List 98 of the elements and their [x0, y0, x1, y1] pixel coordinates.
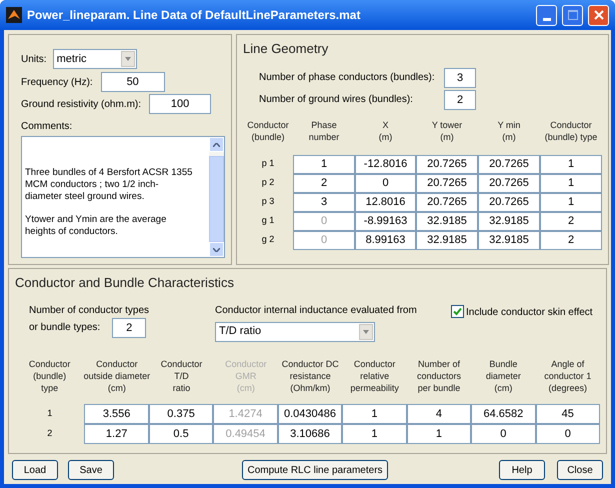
- column-header: Conductor outside diameter (cm): [84, 358, 150, 394]
- table-cell[interactable]: 0: [355, 174, 416, 192]
- table-cell[interactable]: 3.10686: [278, 424, 342, 444]
- table-cell[interactable]: 12.8016: [355, 192, 416, 212]
- field-label: Number of conductor types: [29, 304, 150, 318]
- button[interactable]: Help: [499, 460, 545, 480]
- column-header: Conductor T/D ratio: [160, 358, 202, 394]
- checkbox-label: Include conductor skin effect: [466, 306, 593, 320]
- table-cell[interactable]: 32.9185: [478, 212, 540, 230]
- column-header: Y tower (m): [432, 118, 462, 142]
- column-header: Conductor (bundle) type: [28, 358, 70, 394]
- dropdown[interactable]: metric: [52, 49, 137, 69]
- column-header: Number of conductors per bundle: [417, 358, 462, 394]
- scroll-up-icon[interactable]: [213, 142, 220, 146]
- table-cell[interactable]: 0: [471, 424, 536, 444]
- row-label: 1: [47, 406, 52, 420]
- table-cell[interactable]: 20.7265: [478, 154, 540, 174]
- field-label: or bundle types:: [29, 321, 100, 335]
- button[interactable]: Load: [12, 460, 58, 480]
- table-cell[interactable]: 20.7265: [416, 174, 478, 192]
- button[interactable]: Save: [68, 460, 114, 480]
- row-label: g 1: [262, 214, 274, 228]
- minimize-icon: [542, 18, 550, 20]
- row-label: 2: [47, 426, 52, 440]
- scroll-down-icon[interactable]: [213, 248, 220, 252]
- column-header: Phase number: [308, 118, 340, 142]
- column-header: Y min (m): [498, 118, 520, 142]
- window-title: Power_lineparam. Line Data of DefaultLineParameters.mat: [27, 7, 362, 24]
- table-cell[interactable]: 20.7265: [478, 192, 540, 212]
- section-title: Line Geometry: [243, 40, 328, 58]
- row-label: g 2: [262, 233, 274, 246]
- row-label: p 2: [262, 176, 274, 190]
- field-label: Frequency (Hz):: [21, 76, 93, 90]
- table-cell[interactable]: 20.7265: [416, 154, 478, 174]
- button[interactable]: Close: [557, 460, 603, 480]
- table-cell[interactable]: 2: [540, 212, 602, 230]
- dropdown[interactable]: T/D ratio: [215, 322, 375, 342]
- table-cell[interactable]: 3: [293, 192, 355, 212]
- comment-paragraph: Ytower and Ymin are the average heights of conductors.: [25, 214, 168, 238]
- table-cell[interactable]: 20.7265: [478, 174, 540, 192]
- table-cell[interactable]: 1: [540, 154, 602, 174]
- input-field[interactable]: 100: [149, 94, 212, 114]
- column-header: X (m): [378, 118, 392, 142]
- column-header: Bundle diameter (cm): [486, 358, 521, 394]
- table-cell[interactable]: 1: [540, 174, 602, 192]
- table-cell[interactable]: 3.556: [84, 404, 149, 424]
- table-cell[interactable]: 8.99163: [355, 230, 416, 250]
- maximize-icon: [568, 10, 578, 20]
- maximize-button[interactable]: [562, 4, 583, 26]
- app-icon: [6, 7, 22, 23]
- table-cell[interactable]: 1: [406, 424, 472, 444]
- column-header: Conductor DC resistance (Ohm/km): [282, 358, 339, 394]
- table-cell[interactable]: 2: [540, 230, 602, 250]
- table-cell[interactable]: 32.9185: [478, 230, 540, 250]
- table-cell[interactable]: 32.9185: [416, 212, 478, 230]
- table-cell[interactable]: 0.375: [148, 404, 214, 424]
- table-cell[interactable]: 1.27: [84, 424, 149, 444]
- column-header: Conductor (bundle) type: [544, 118, 598, 142]
- field-label: Ground resistivity (ohm.m):: [21, 98, 142, 112]
- table-cell[interactable]: 0.0430486: [278, 404, 342, 424]
- table-cell[interactable]: 20.7265: [416, 192, 478, 212]
- table-cell[interactable]: 0.5: [148, 424, 214, 444]
- table-cell[interactable]: 2: [293, 174, 355, 192]
- comment-paragraph: Three bundles of 4 Bersfort ACSR 1355 MCM conductors ; two 1/2 inch-diameter steel ground wires.: [25, 167, 193, 203]
- table-cell[interactable]: -8.99163: [355, 212, 416, 230]
- column-header: Angle of conductor 1 (degrees): [544, 358, 592, 394]
- table-cell[interactable]: 32.9185: [416, 230, 478, 250]
- section-title: Conductor and Bundle Characteristics: [15, 274, 234, 292]
- input-field[interactable]: 50: [100, 72, 165, 92]
- column-header: Conductor (bundle): [247, 118, 289, 142]
- row-label: p 3: [262, 195, 274, 208]
- table-cell[interactable]: 0: [536, 424, 600, 444]
- field-label: Number of phase conductors (bundles):: [259, 71, 436, 85]
- table-cell[interactable]: 4: [406, 404, 472, 424]
- comments-field[interactable]: Three bundles of 4 Bersfort ACSR 1355 MCM conductors ; two 1/2 inch-diameter steel ground wires. Ytower and Ymin are the average heights of conductors.: [21, 136, 225, 258]
- input-field[interactable]: 2: [112, 318, 146, 338]
- table-cell[interactable]: 1: [540, 192, 602, 212]
- minimize-button[interactable]: [536, 4, 557, 26]
- input-field[interactable]: 3: [444, 68, 476, 88]
- checkbox[interactable]: [451, 304, 464, 318]
- table-cell[interactable]: 1: [342, 404, 407, 424]
- row-label: p 1: [262, 157, 274, 170]
- column-header: Conductor GMR (cm): [225, 358, 267, 394]
- input-field[interactable]: 2: [444, 90, 476, 110]
- field-label: Conductor internal inductance evaluated from: [215, 304, 417, 318]
- table-cell[interactable]: 45: [536, 404, 600, 424]
- button[interactable]: Compute RLC line parameters: [242, 460, 388, 480]
- scrollbar[interactable]: [209, 137, 224, 257]
- table-cell[interactable]: 1: [293, 154, 355, 174]
- column-header: Conductor relative permeability: [350, 358, 399, 394]
- table-cell[interactable]: 1: [342, 424, 407, 444]
- field-label: Number of ground wires (bundles):: [259, 93, 414, 107]
- close-icon: [594, 10, 604, 20]
- table-cell[interactable]: -12.8016: [355, 154, 416, 174]
- close-button[interactable]: [588, 4, 609, 26]
- table-cell[interactable]: 64.6582: [471, 404, 536, 424]
- field-label: Comments:: [21, 120, 72, 134]
- field-label: Units:: [21, 52, 47, 66]
